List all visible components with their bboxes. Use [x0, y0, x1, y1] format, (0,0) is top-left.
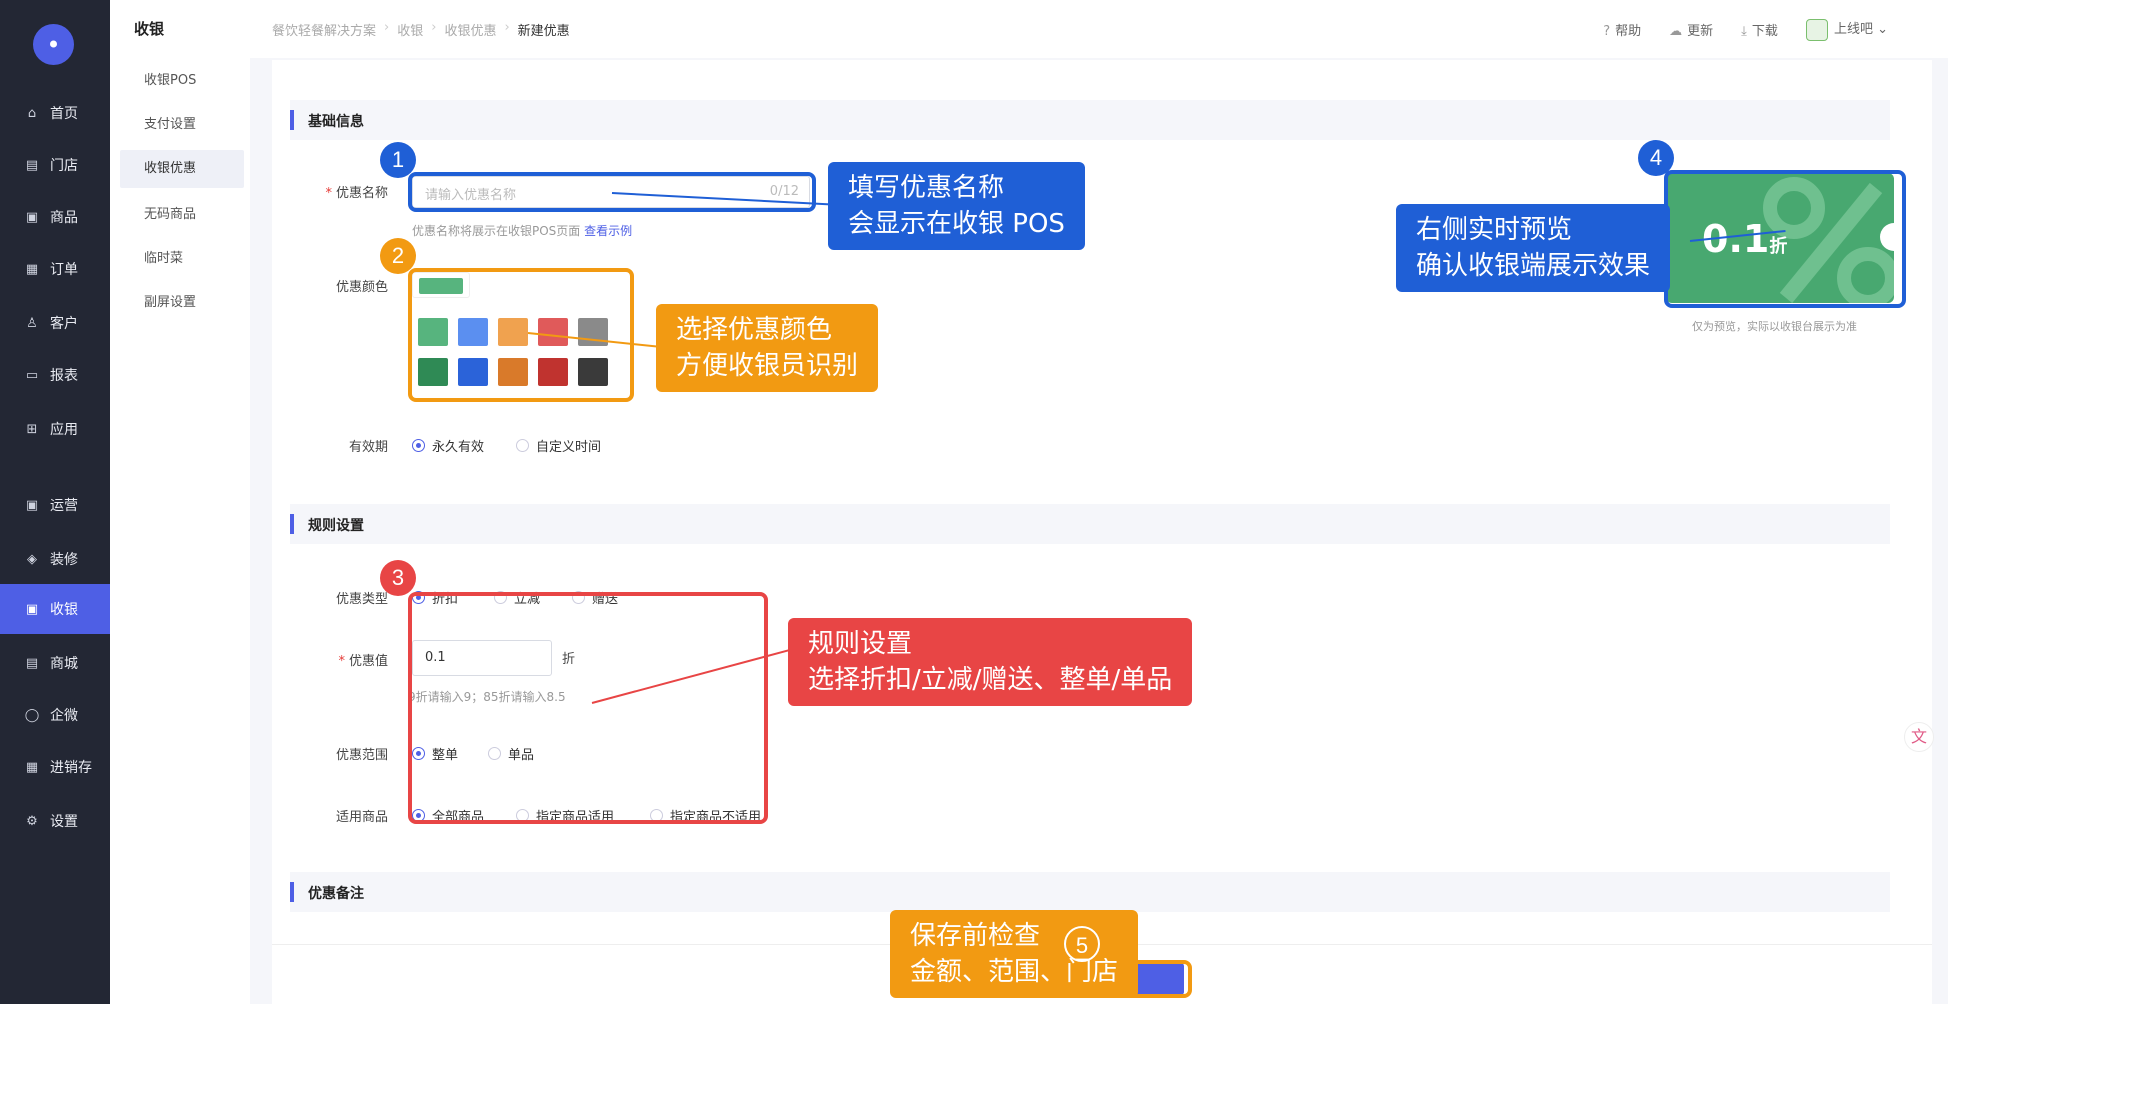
user-icon: ♙	[26, 315, 38, 331]
nav-item-label: 进销存	[50, 760, 92, 776]
breadcrumb-item[interactable]: 餐饮轻餐解决方案	[272, 20, 376, 39]
nav-item-0[interactable]: ⌂ 首页	[0, 88, 110, 138]
apps-icon: ⊞	[26, 421, 38, 437]
subnav-item-5[interactable]: 副屏设置	[120, 284, 244, 322]
section-notes: 优惠备注	[290, 872, 1890, 912]
nav-item-10[interactable]: ▤ 商城	[0, 638, 110, 688]
nav-item-13[interactable]: ⚙ 设置	[0, 796, 110, 846]
mall-icon: ▤	[25, 655, 39, 671]
inventory-icon: ▦	[25, 759, 39, 775]
operation-icon: ▣	[25, 497, 39, 513]
help-button[interactable]: ? 帮助	[1603, 20, 1641, 39]
nav-item-9[interactable]: ▣ 收银	[0, 584, 110, 634]
annotation-number-1: 1	[380, 142, 416, 178]
annotation-number-4: 4	[1638, 140, 1674, 176]
subnav-item-2[interactable]: 收银优惠	[120, 150, 244, 188]
validity-permanent-radio[interactable]: 永久有效	[412, 436, 484, 455]
section-title: 规则设置	[308, 518, 364, 534]
nav-item-label: 商品	[50, 210, 78, 226]
brand-logo[interactable]: ꔷ	[33, 24, 74, 65]
nav-item-label: 运营	[50, 498, 78, 514]
nav-item-label: 企微	[50, 708, 78, 724]
subnav-item-4[interactable]: 临时菜	[120, 240, 244, 278]
update-button[interactable]: ☁ 更新	[1669, 20, 1713, 39]
nav-item-2[interactable]: ▣ 商品	[0, 192, 110, 242]
chevron-down-icon: ⌄	[1877, 22, 1888, 37]
validity-custom-radio[interactable]: 自定义时间	[516, 436, 601, 455]
annotation-callout-1: 填写优惠名称 会显示在收银 POS	[828, 162, 1085, 250]
nav-item-label: 订单	[50, 262, 78, 278]
download-button[interactable]: ⤓ 下载	[1741, 20, 1778, 39]
annotation-number-2: 2	[380, 238, 416, 274]
nav-item-11[interactable]: ◯ 企微	[0, 690, 110, 740]
secondary-nav: 收银 收银POS 支付设置收银优惠无码商品临时菜副屏设置	[110, 0, 250, 1004]
nav-item-label: 商城	[50, 656, 78, 672]
section-title: 优惠备注	[308, 886, 364, 902]
nav-item-label: 应用	[50, 422, 78, 438]
subnav-title: 收银	[134, 20, 165, 38]
annotation-frame-2	[408, 268, 634, 402]
scope-label: 优惠范围	[335, 748, 388, 763]
nav-item-3[interactable]: ▦ 订单	[0, 244, 110, 294]
nav-item-4[interactable]: ♙ 客户	[0, 298, 110, 348]
cashier-icon: ▣	[25, 601, 39, 617]
order-icon: ▦	[25, 261, 39, 277]
subnav-item-0[interactable]: 收银POS	[120, 62, 244, 100]
annotation-number-3: 3	[380, 560, 416, 596]
subnav-item-3[interactable]: 无码商品	[120, 196, 244, 234]
help-icon: ?	[1603, 23, 1611, 39]
report-icon: ▭	[25, 367, 39, 383]
decorate-icon: ◈	[27, 551, 37, 567]
name-label: * 优惠名称	[325, 186, 388, 201]
nav-item-5[interactable]: ▭ 报表	[0, 350, 110, 400]
type-label: 优惠类型	[335, 592, 388, 607]
wecom-icon: ◯	[24, 707, 40, 723]
nav-item-7[interactable]: ▣ 运营	[0, 480, 110, 530]
nav-item-6[interactable]: ⊞ 应用	[0, 404, 110, 454]
top-bar: 餐饮轻餐解决方案 › 收银 › 收银优惠 › 新建优惠 ? 帮助 ☁ 更新 ⤓ 下载 上线吧…	[250, 0, 1948, 58]
settings-icon: ⚙	[26, 813, 38, 829]
subnav-item-1[interactable]: 支付设置	[120, 106, 244, 144]
color-label: 优惠颜色	[335, 280, 388, 295]
breadcrumb-item[interactable]: 收银优惠	[444, 20, 496, 39]
nav-item-label: 收银	[50, 602, 78, 618]
preview-note: 仅为预览，实际以收银台展示为准	[1692, 320, 1857, 333]
name-hint: 优惠名称将展示在收银POS页面 查看示例	[412, 224, 633, 238]
nav-item-label: 首页	[50, 106, 78, 122]
annotation-callout-3: 规则设置 选择折扣/立减/赠送、整单/单品	[788, 618, 1193, 706]
nav-item-label: 门店	[50, 158, 78, 174]
translate-float-button[interactable]: 文	[1904, 722, 1934, 752]
breadcrumb-current: 新建优惠	[517, 24, 570, 39]
cloud-icon: ☁	[1669, 23, 1683, 39]
primary-nav: ꔷ ⌂ 首页 ▤ 门店 ▣ 商品 ▦ 订单 ♙ 客户 ▭ 报表 ⊞ 应用 ▣ 运营 ◈ 装修 ▣ 收银 ▤ 商城 ◯ 企微 ▦ 进…	[0, 0, 110, 1004]
annotation-number-5: 5	[1064, 926, 1100, 962]
home-icon: ⌂	[27, 105, 37, 121]
section-title: 基础信息	[308, 114, 364, 130]
annotation-callout-4: 右侧实时预览 确认收银端展示效果	[1396, 204, 1671, 292]
section-rules: 规则设置	[290, 504, 1890, 544]
nav-item-label: 设置	[50, 814, 78, 830]
annotation-frame-3	[408, 592, 768, 824]
goods-label: 适用商品	[335, 810, 388, 825]
nav-item-1[interactable]: ▤ 门店	[0, 140, 110, 190]
account-menu[interactable]: 上线吧 ⌄	[1805, 18, 1888, 41]
nav-item-12[interactable]: ▦ 进销存	[0, 742, 110, 792]
nav-item-label: 报表	[50, 368, 78, 384]
annotation-callout-2: 选择优惠颜色 方便收银员识别	[656, 304, 879, 392]
view-example-link[interactable]: 查看示例	[584, 224, 632, 238]
avatar	[1805, 18, 1828, 41]
breadcrumb: 餐饮轻餐解决方案 › 收银 › 收银优惠 › 新建优惠	[272, 20, 570, 39]
breadcrumb-item[interactable]: 收银	[397, 20, 423, 39]
goods-icon: ▣	[25, 209, 39, 225]
annotation-callout-5: 保存前检查 金额、范围、门店	[890, 910, 1139, 998]
download-icon: ⤓	[1741, 23, 1747, 39]
nav-item-label: 客户	[50, 316, 78, 332]
nav-item-8[interactable]: ◈ 装修	[0, 534, 110, 584]
store-icon: ▤	[25, 157, 39, 173]
nav-item-label: 装修	[50, 552, 78, 568]
top-actions: ? 帮助 ☁ 更新 ⤓ 下载 上线吧 ⌄	[1603, 18, 1888, 41]
validity-label: 有效期	[348, 440, 388, 455]
value-label: * 优惠值	[338, 654, 388, 669]
section-basic: 基础信息	[290, 100, 1890, 140]
